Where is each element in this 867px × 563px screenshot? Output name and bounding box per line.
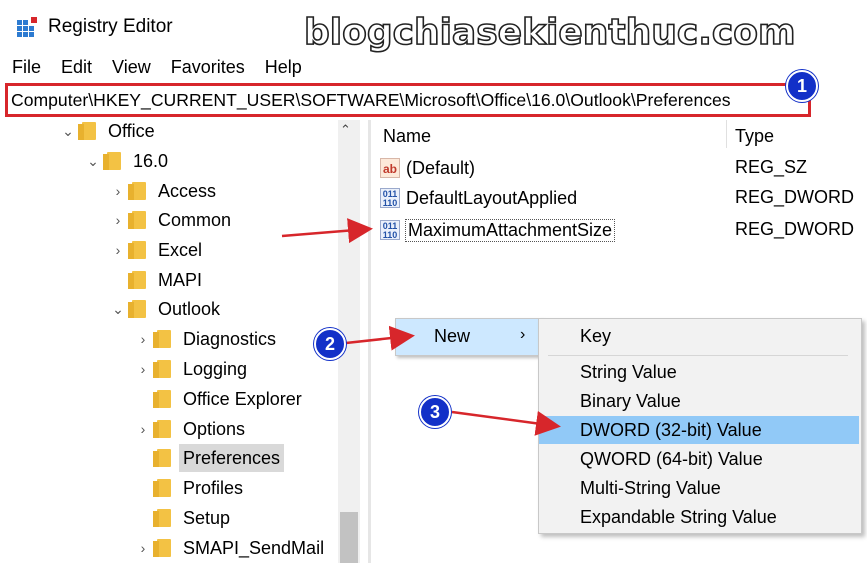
chevron-right-icon[interactable]: › [110,206,126,234]
chevron-right-icon[interactable]: › [110,177,126,205]
new-menu-label: New [434,326,471,346]
value-name: DefaultLayoutApplied [406,187,578,208]
chevron-down-icon[interactable]: ⌄ [110,295,126,323]
tree-item-outlook[interactable]: ⌄ Outlook [110,295,220,323]
tree-item-office-explorer[interactable]: Office Explorer [135,385,302,413]
tree-item-logging[interactable]: › Logging [135,355,247,383]
submenu-item-key[interactable]: Key [539,322,859,350]
tree-item-label: Logging [183,359,248,379]
menu-favorites[interactable]: Favorites [159,54,253,80]
submenu-separator [548,355,848,356]
submenu-item-binary-value[interactable]: Binary Value [539,387,859,415]
chevron-right-icon[interactable]: › [135,325,151,353]
folder-icon [128,241,146,259]
new-submenu: Key String Value Binary Value DWORD (32-bit… [538,318,862,534]
registry-editor-icon [17,17,37,37]
folder-icon [128,211,146,229]
folder-icon [128,300,146,318]
binary-value-icon: 011 110 [380,220,400,240]
folder-icon [128,271,146,289]
submenu-item-multi-string-value[interactable]: Multi-String Value [539,474,859,502]
folder-icon [78,122,96,140]
tree-item-label: Office Explorer [183,389,302,409]
menu-view[interactable]: View [100,54,159,80]
folder-icon [153,449,171,467]
window-title: Registry Editor [48,16,173,37]
folder-icon [153,390,171,408]
menu-edit[interactable]: Edit [49,54,100,80]
folder-icon [128,182,146,200]
submenu-arrow-icon: › [520,326,526,343]
address-path: Computer\HKEY_CURRENT_USER\SOFTWARE\Micr… [11,90,731,110]
pane-divider[interactable] [368,120,371,563]
value-name: (Default) [406,157,476,178]
tree-item-office[interactable]: ⌄ Office [60,120,155,145]
tree-item-diagnostics[interactable]: › Diagnostics [135,325,276,353]
tree-item-excel[interactable]: › Excel [110,236,202,264]
menu-bar: File Edit View Favorites Help [0,54,310,80]
tree-item-profiles[interactable]: Profiles [135,474,243,502]
scroll-up-icon[interactable]: ⌃ [340,122,351,138]
tree-item-setup[interactable]: Setup [135,504,230,532]
tree-item-label: Office [108,121,155,141]
tree-item-label: Common [158,210,232,230]
string-value-icon: ab [380,158,400,178]
tree-item-access[interactable]: › Access [110,177,216,205]
value-row[interactable]: ab (Default) [380,154,475,182]
value-name: MaximumAttachmentSize [404,218,616,242]
submenu-item-qword-64-bit-value[interactable]: QWORD (64-bit) Value [539,445,859,473]
chevron-down-icon[interactable]: ⌄ [60,120,76,145]
tree-item-label: Profiles [183,478,244,498]
tree-item-smapi-sendmail[interactable]: › SMAPI_SendMail [135,534,324,562]
binary-value-icon: 011 110 [380,188,400,208]
tree-item-label: Outlook [158,299,221,319]
step-badge-1: 1 [786,70,818,102]
submenu-item-string-value[interactable]: String Value [539,358,859,386]
tree-item-label: 16.0 [133,151,169,171]
tree-item-label: Diagnostics [183,329,277,349]
submenu-item-expandable-string-value[interactable]: Expandable String Value [539,503,859,531]
tree-item-16-0[interactable]: ⌄ 16.0 [85,147,168,175]
chevron-down-icon[interactable]: ⌄ [85,147,101,175]
chevron-right-icon[interactable]: › [110,236,126,264]
column-separator[interactable] [726,120,727,148]
step-badge-2: 2 [314,328,346,360]
value-type: REG_DWORD [735,187,855,207]
tree-item-label: Setup [183,508,231,528]
column-header-name[interactable]: Name [383,126,431,147]
registry-tree: ⌄ Office ⌄ 16.0 › Access › Common › Excel MAPI ⌄ Out… [0,120,362,563]
value-type: REG_DWORD [735,219,855,239]
value-row[interactable]: 011 110 MaximumAttachmentSize [380,216,616,244]
menu-file[interactable]: File [0,54,49,80]
tree-item-label: MAPI [158,270,203,290]
tree-item-label: SMAPI_SendMail [183,538,325,558]
column-header-type[interactable]: Type [735,126,774,147]
watermark: blogchiasekienthuc.com [303,11,796,54]
tree-item-common[interactable]: › Common [110,206,231,234]
menu-help[interactable]: Help [253,54,310,80]
submenu-item-dword-32-bit-value[interactable]: DWORD (32-bit) Value [539,416,859,444]
folder-icon [153,509,171,527]
folder-icon [153,420,171,438]
tree-item-mapi[interactable]: MAPI [110,266,202,294]
chevron-right-icon[interactable]: › [135,534,151,562]
chevron-right-icon[interactable]: › [135,415,151,443]
value-type: REG_SZ [735,157,808,177]
folder-icon [153,479,171,497]
folder-icon [103,152,121,170]
tree-item-preferences[interactable]: Preferences [135,444,285,472]
chevron-right-icon[interactable]: › [135,355,151,383]
folder-icon [153,360,171,378]
step-badge-3: 3 [419,396,451,428]
folder-icon [153,539,171,557]
tree-item-label: Preferences [179,444,285,472]
tree-item-options[interactable]: › Options [135,415,245,443]
tree-item-label: Excel [158,240,203,260]
tree-item-label: Access [158,181,217,201]
value-row[interactable]: 011 110 DefaultLayoutApplied [380,184,577,212]
scroll-thumb[interactable] [340,512,358,563]
folder-icon [153,330,171,348]
tree-item-label: Options [183,419,246,439]
